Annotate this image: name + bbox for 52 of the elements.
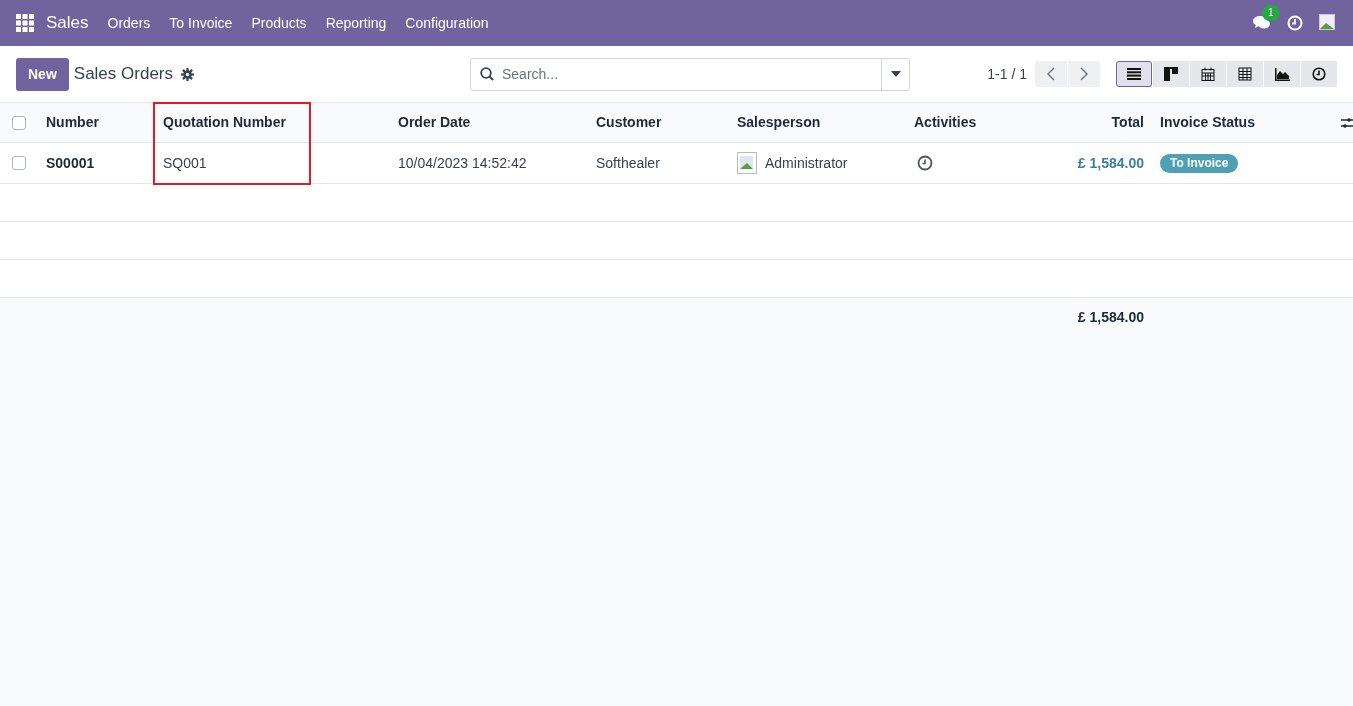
menu-item[interactable]: To Invoice xyxy=(169,12,233,34)
view-switch-button[interactable] xyxy=(1227,61,1263,87)
table-cell-text: S00001 xyxy=(46,153,95,173)
row-checkbox[interactable] xyxy=(12,115,26,130)
search-bar[interactable]: Search... xyxy=(470,57,910,91)
calendar-icon xyxy=(1201,67,1215,81)
column-header[interactable]: Order Date xyxy=(398,114,471,130)
view-switch-button[interactable] xyxy=(1190,61,1226,87)
kanban-icon xyxy=(1164,67,1178,81)
page-title: Sales Orders xyxy=(73,63,173,86)
clock-icon xyxy=(1312,67,1326,81)
column-header[interactable]: Activities xyxy=(914,114,977,130)
table-cell-text: Softhealer xyxy=(596,153,660,173)
chevron-right-icon xyxy=(1080,67,1088,81)
new-button[interactable]: New xyxy=(16,57,69,91)
column-settings-icon[interactable] xyxy=(1341,116,1353,129)
table-cell-text: Administrator xyxy=(765,153,848,173)
menu-item[interactable]: Orders xyxy=(107,12,151,34)
dropdown-caret-icon[interactable] xyxy=(890,71,901,77)
table-cell-text: 10/04/2023 14:52:42 xyxy=(398,153,527,173)
apps-grid-icon[interactable] xyxy=(16,14,34,32)
footer-total: £ 1,584.00 xyxy=(1077,307,1144,327)
view-switch-button[interactable] xyxy=(1116,61,1152,87)
search-input[interactable]: Search... xyxy=(502,63,881,85)
broken-image-icon[interactable] xyxy=(1319,14,1337,32)
status-badge: To Invoice xyxy=(1160,153,1239,173)
list-icon xyxy=(1127,68,1141,80)
view-switch-button[interactable] xyxy=(1264,61,1300,87)
message-count-badge: 1 xyxy=(1262,5,1280,21)
view-switch-button[interactable] xyxy=(1301,61,1337,87)
table-cell-text: SQ001 xyxy=(163,153,207,173)
column-header[interactable]: Salesperson xyxy=(737,114,821,130)
view-switch-button[interactable] xyxy=(1153,61,1189,87)
table-cell-text: £ 1,584.00 xyxy=(1077,153,1144,173)
column-header[interactable]: Number xyxy=(46,114,99,130)
clock-icon[interactable] xyxy=(917,155,933,171)
row-checkbox[interactable] xyxy=(12,156,26,170)
broken-image-icon xyxy=(737,152,757,174)
menu-item[interactable]: Configuration xyxy=(405,12,489,34)
app-title[interactable]: Sales xyxy=(46,10,89,36)
menu-item[interactable]: Products xyxy=(251,12,307,34)
chevron-left-icon xyxy=(1047,67,1055,81)
search-icon xyxy=(480,67,494,81)
gear-icon[interactable] xyxy=(181,67,194,81)
menu-item[interactable]: Reporting xyxy=(325,12,387,34)
area-chart-icon xyxy=(1274,67,1290,81)
column-header[interactable]: Invoice Status xyxy=(1160,114,1255,130)
column-header[interactable]: Total xyxy=(1111,114,1144,130)
table-grid-icon xyxy=(1238,67,1252,81)
pager-value[interactable]: 1-1 / 1 xyxy=(987,63,1027,85)
column-header[interactable]: Quotation Number xyxy=(163,114,286,130)
column-header[interactable]: Customer xyxy=(596,114,662,130)
